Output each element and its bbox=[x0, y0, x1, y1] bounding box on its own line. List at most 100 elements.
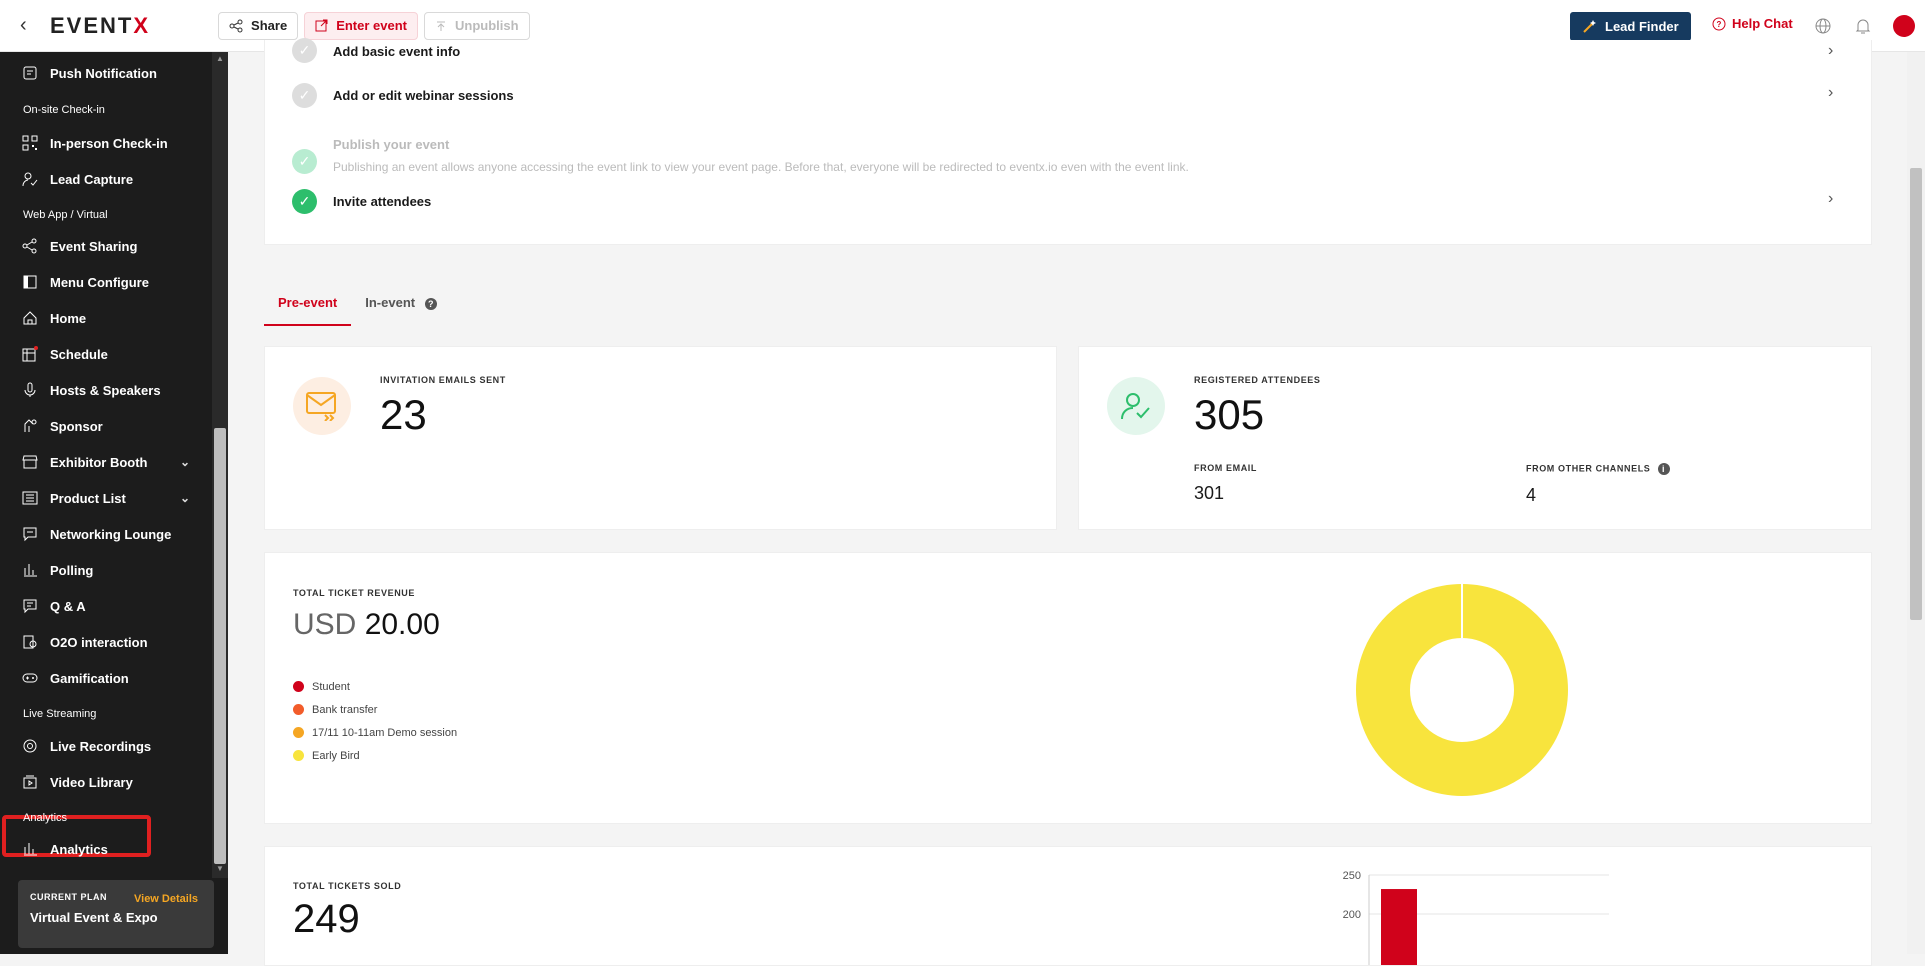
registered-stat-card: REGISTERED ATTENDEES 305 FROM EMAIL 301 … bbox=[1078, 346, 1872, 530]
tickets-count: 249 bbox=[293, 897, 360, 941]
from-email-count: 301 bbox=[1194, 483, 1225, 503]
legend-dot bbox=[293, 727, 304, 738]
lead-finder-button[interactable]: Lead Finder bbox=[1570, 12, 1691, 41]
sidebar-item-home[interactable]: Home bbox=[0, 301, 212, 335]
svg-text:?: ? bbox=[1717, 20, 1722, 29]
magic-wand-icon bbox=[1583, 20, 1596, 33]
y-tick-label: 200 bbox=[1343, 909, 1361, 921]
sidebar-item-schedule[interactable]: Schedule bbox=[0, 337, 212, 371]
check-icon: ✓ bbox=[292, 38, 317, 63]
sidebar-scrollbar[interactable]: ▲ ▼ bbox=[212, 52, 228, 878]
section-live-streaming: Live Streaming bbox=[23, 708, 97, 720]
menu-config-icon bbox=[22, 274, 38, 290]
sidebar-item-analytics[interactable]: Analytics bbox=[0, 832, 212, 866]
y-tick-label: 250 bbox=[1343, 870, 1361, 882]
view-details-link[interactable]: View Details bbox=[134, 893, 198, 905]
bell-icon[interactable] bbox=[1853, 16, 1873, 36]
section-analytics: Analytics bbox=[23, 812, 68, 824]
checklist-item[interactable]: ✓ Add basic event info bbox=[292, 38, 460, 63]
qa-icon bbox=[22, 598, 38, 614]
tickets-bar-chart: 250 200 bbox=[1343, 870, 1609, 965]
main-scroll-thumb[interactable] bbox=[1910, 168, 1922, 620]
revenue-donut-chart bbox=[1356, 584, 1568, 796]
scroll-down-icon[interactable]: ▼ bbox=[216, 864, 224, 873]
sidebar-item-sponsor[interactable]: Sponsor bbox=[0, 409, 212, 443]
sidebar-item-menu-configure[interactable]: Menu Configure bbox=[0, 265, 212, 299]
chevron-right-icon[interactable]: › bbox=[1828, 84, 1833, 102]
poll-icon bbox=[22, 562, 38, 578]
external-link-icon bbox=[315, 19, 328, 32]
gamepad-icon bbox=[22, 670, 38, 686]
legend-dot bbox=[293, 681, 304, 692]
share-icon bbox=[229, 19, 243, 32]
sidebar-item-video-library[interactable]: Video Library bbox=[0, 765, 212, 799]
push-icon bbox=[22, 65, 38, 81]
tickets-card: TOTAL TICKETS SOLD 249 250 200 bbox=[264, 846, 1872, 966]
unpublish-icon bbox=[437, 21, 445, 31]
section-onsite: On-site Check-in bbox=[23, 104, 105, 116]
revenue-card: TOTAL TICKET REVENUE USD 20.00 Student B… bbox=[264, 552, 1872, 824]
o2o-icon bbox=[22, 634, 38, 650]
chat-icon bbox=[22, 526, 38, 542]
scroll-up-icon[interactable]: ▲ bbox=[216, 54, 224, 63]
chevron-right-icon[interactable]: › bbox=[1828, 42, 1833, 60]
sidebar-item-lead-capture[interactable]: Lead Capture bbox=[0, 162, 212, 196]
tab-in-event[interactable]: In-event ? bbox=[351, 282, 450, 326]
section-webapp: Web App / Virtual bbox=[23, 209, 108, 221]
sidebar-item-hosts-speakers[interactable]: Hosts & Speakers bbox=[0, 373, 212, 407]
checklist-item[interactable]: ✓ Add or edit webinar sessions bbox=[292, 83, 514, 108]
sidebar-scroll-thumb[interactable] bbox=[214, 428, 226, 864]
unpublish-button[interactable]: Unpublish bbox=[424, 11, 530, 40]
revenue-amount: 20.00 bbox=[364, 608, 440, 641]
sidebar-item-qa[interactable]: Q & A bbox=[0, 589, 212, 623]
qr-icon bbox=[22, 135, 38, 151]
sidebar-item-event-sharing[interactable]: Event Sharing bbox=[0, 229, 212, 263]
current-plan-card: CURRENT PLAN View Details Virtual Event … bbox=[18, 880, 214, 948]
sidebar-item-in-person-check-in[interactable]: In-person Check-in bbox=[0, 126, 212, 160]
checklist-item: ✓ Publish your event Publishing an event … bbox=[292, 137, 1189, 174]
sidebar-item-polling[interactable]: Polling bbox=[0, 553, 212, 587]
legend-item[interactable]: Student bbox=[293, 675, 457, 698]
help-circle-icon[interactable]: ? bbox=[424, 297, 437, 310]
check-icon: ✓ bbox=[292, 189, 317, 214]
mail-forward-icon bbox=[293, 377, 351, 435]
sidebar-item-product-list[interactable]: Product List ⌄ bbox=[0, 481, 212, 515]
sidebar-item-gamification[interactable]: Gamification bbox=[0, 661, 212, 695]
share-button[interactable]: Share bbox=[218, 11, 299, 40]
sidebar-item-push-notification[interactable]: Push Notification bbox=[0, 56, 212, 90]
revenue-legend: Student Bank transfer 17/11 10-11am Demo… bbox=[293, 675, 457, 767]
invitation-count: 23 bbox=[380, 391, 427, 438]
legend-dot bbox=[293, 750, 304, 761]
check-icon: ✓ bbox=[292, 149, 317, 174]
chevron-right-icon[interactable]: › bbox=[1828, 190, 1833, 208]
help-chat-button[interactable]: ? Help Chat bbox=[1712, 16, 1793, 31]
sidebar-item-networking-lounge[interactable]: Networking Lounge bbox=[0, 517, 212, 551]
user-check-icon bbox=[1107, 377, 1165, 435]
checklist-item[interactable]: ✓ Invite attendees bbox=[292, 189, 431, 214]
avatar[interactable] bbox=[1893, 15, 1915, 37]
sidebar-item-exhibitor-booth[interactable]: Exhibitor Booth ⌄ bbox=[0, 445, 212, 479]
tabs: Pre-event In-event ? bbox=[264, 282, 451, 326]
booth-icon bbox=[22, 454, 38, 470]
legend-item[interactable]: 17/11 10-11am Demo session bbox=[293, 721, 457, 744]
back-arrow-icon[interactable]: ‹ bbox=[20, 14, 40, 37]
legend-dot bbox=[293, 704, 304, 715]
eventx-logo[interactable]: EVENTX bbox=[50, 13, 150, 39]
enter-event-button[interactable]: Enter event bbox=[304, 11, 418, 40]
record-icon bbox=[22, 738, 38, 754]
tab-pre-event[interactable]: Pre-event bbox=[264, 282, 352, 326]
legend-item[interactable]: Early Bird bbox=[293, 744, 457, 767]
chevron-down-icon[interactable]: ⌄ bbox=[180, 491, 190, 505]
chevron-down-icon[interactable]: ⌄ bbox=[180, 455, 190, 469]
lead-capture-icon bbox=[22, 171, 38, 187]
sponsor-icon bbox=[22, 418, 38, 434]
legend-item[interactable]: Bank transfer bbox=[293, 698, 457, 721]
sidebar-item-o2o-interaction[interactable]: O2O interaction bbox=[0, 625, 212, 659]
globe-icon[interactable] bbox=[1813, 16, 1833, 36]
invitation-stat-card: INVITATION EMAILS SENT 23 bbox=[264, 346, 1057, 530]
main-scrollbar[interactable] bbox=[1907, 52, 1925, 954]
mic-icon bbox=[22, 382, 38, 398]
info-icon[interactable]: i bbox=[1657, 463, 1670, 475]
sidebar-item-live-recordings[interactable]: Live Recordings bbox=[0, 729, 212, 763]
video-library-icon bbox=[22, 774, 38, 790]
